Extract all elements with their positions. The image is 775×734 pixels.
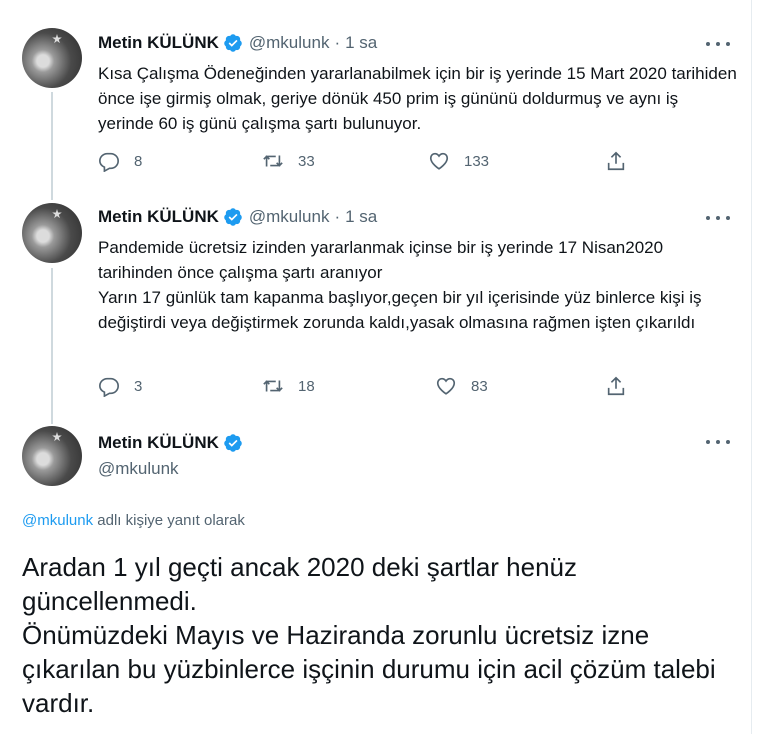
author-handle[interactable]: @mkulunk — [249, 207, 330, 227]
verified-badge-icon — [224, 434, 242, 452]
author-name[interactable]: Metin KÜLÜNK — [98, 433, 219, 453]
reply-icon — [99, 152, 119, 172]
verified-badge-icon — [224, 208, 242, 226]
like-button[interactable]: 133 — [428, 150, 489, 172]
share-button[interactable] — [605, 150, 627, 172]
share-icon — [607, 151, 625, 171]
author-name-row: Metin KÜLÜNK — [98, 433, 243, 453]
more-icon[interactable] — [706, 210, 730, 226]
avatar[interactable] — [22, 426, 82, 486]
author-name[interactable]: Metin KÜLÜNK — [98, 207, 219, 227]
reply-button[interactable]: 8 — [98, 150, 142, 172]
tweet-actions: 8 33 133 — [98, 150, 638, 174]
tweet-header: Metin KÜLÜNK @mkulunk · 1 sa — [98, 33, 377, 53]
retweet-count: 18 — [298, 377, 315, 395]
thread-connector-line — [51, 268, 53, 424]
reply-icon — [99, 377, 119, 397]
share-button[interactable] — [605, 375, 627, 397]
reply-count: 8 — [134, 152, 143, 170]
retweet-icon — [263, 380, 283, 392]
like-count: 133 — [464, 152, 490, 170]
like-count: 83 — [471, 377, 488, 395]
reply-button[interactable]: 3 — [98, 375, 142, 397]
tweet-actions: 3 18 83 — [98, 375, 638, 399]
avatar[interactable] — [22, 28, 82, 88]
verified-badge-icon — [224, 34, 242, 52]
timestamp[interactable]: 1 sa — [345, 33, 377, 53]
reply-count: 3 — [134, 377, 143, 395]
thread-connector-line — [51, 92, 53, 200]
more-icon[interactable] — [706, 36, 730, 52]
timestamp[interactable]: 1 sa — [345, 207, 377, 227]
retweet-button[interactable]: 18 — [262, 375, 315, 397]
like-icon — [429, 152, 449, 170]
reply-context: @mkulunk adlı kişiye yanıt olarak — [22, 512, 245, 529]
tweet-header: Metin KÜLÜNK @mkulunk · 1 sa — [98, 207, 377, 227]
reply-context-label: adlı kişiye yanıt olarak — [93, 512, 245, 529]
share-icon — [607, 376, 625, 396]
like-button[interactable]: 83 — [435, 375, 488, 397]
like-icon — [436, 377, 456, 395]
author-handle[interactable]: @mkulunk — [98, 459, 179, 479]
separator-dot: · — [334, 33, 341, 52]
avatar[interactable] — [22, 203, 82, 263]
retweet-button[interactable]: 33 — [262, 150, 315, 172]
tweet-text: Pandemide ücretsiz izinden yararlanmak i… — [98, 235, 738, 335]
main-tweet-paragraph: Aradan 1 yıl geçti ancak 2020 deki şartl… — [22, 552, 578, 616]
more-icon[interactable] — [706, 434, 730, 450]
tweet-text: Kısa Çalışma Ödeneğinden yararlanabilmek… — [98, 64, 737, 133]
retweet-count: 33 — [298, 152, 315, 170]
main-tweet-text: Aradan 1 yıl geçti ancak 2020 deki şartl… — [22, 550, 737, 720]
author-handle[interactable]: @mkulunk — [249, 33, 330, 53]
tweet-text-paragraph: Yarın 17 günlük tam kapanma başlıyor,geç… — [98, 288, 702, 332]
reply-mention-link[interactable]: @mkulunk — [22, 512, 93, 529]
timeline-frame: Metin KÜLÜNK @mkulunk · 1 sa Kısa Çalışm… — [0, 0, 752, 734]
tweet-text-paragraph: Pandemide ücretsiz izinden yararlanmak i… — [98, 238, 664, 282]
main-tweet-paragraph: Önümüzdeki Mayıs ve Haziranda zorunlu üc… — [22, 620, 716, 718]
author-name[interactable]: Metin KÜLÜNK — [98, 33, 219, 53]
retweet-icon — [263, 155, 283, 167]
separator-dot: · — [334, 207, 341, 226]
